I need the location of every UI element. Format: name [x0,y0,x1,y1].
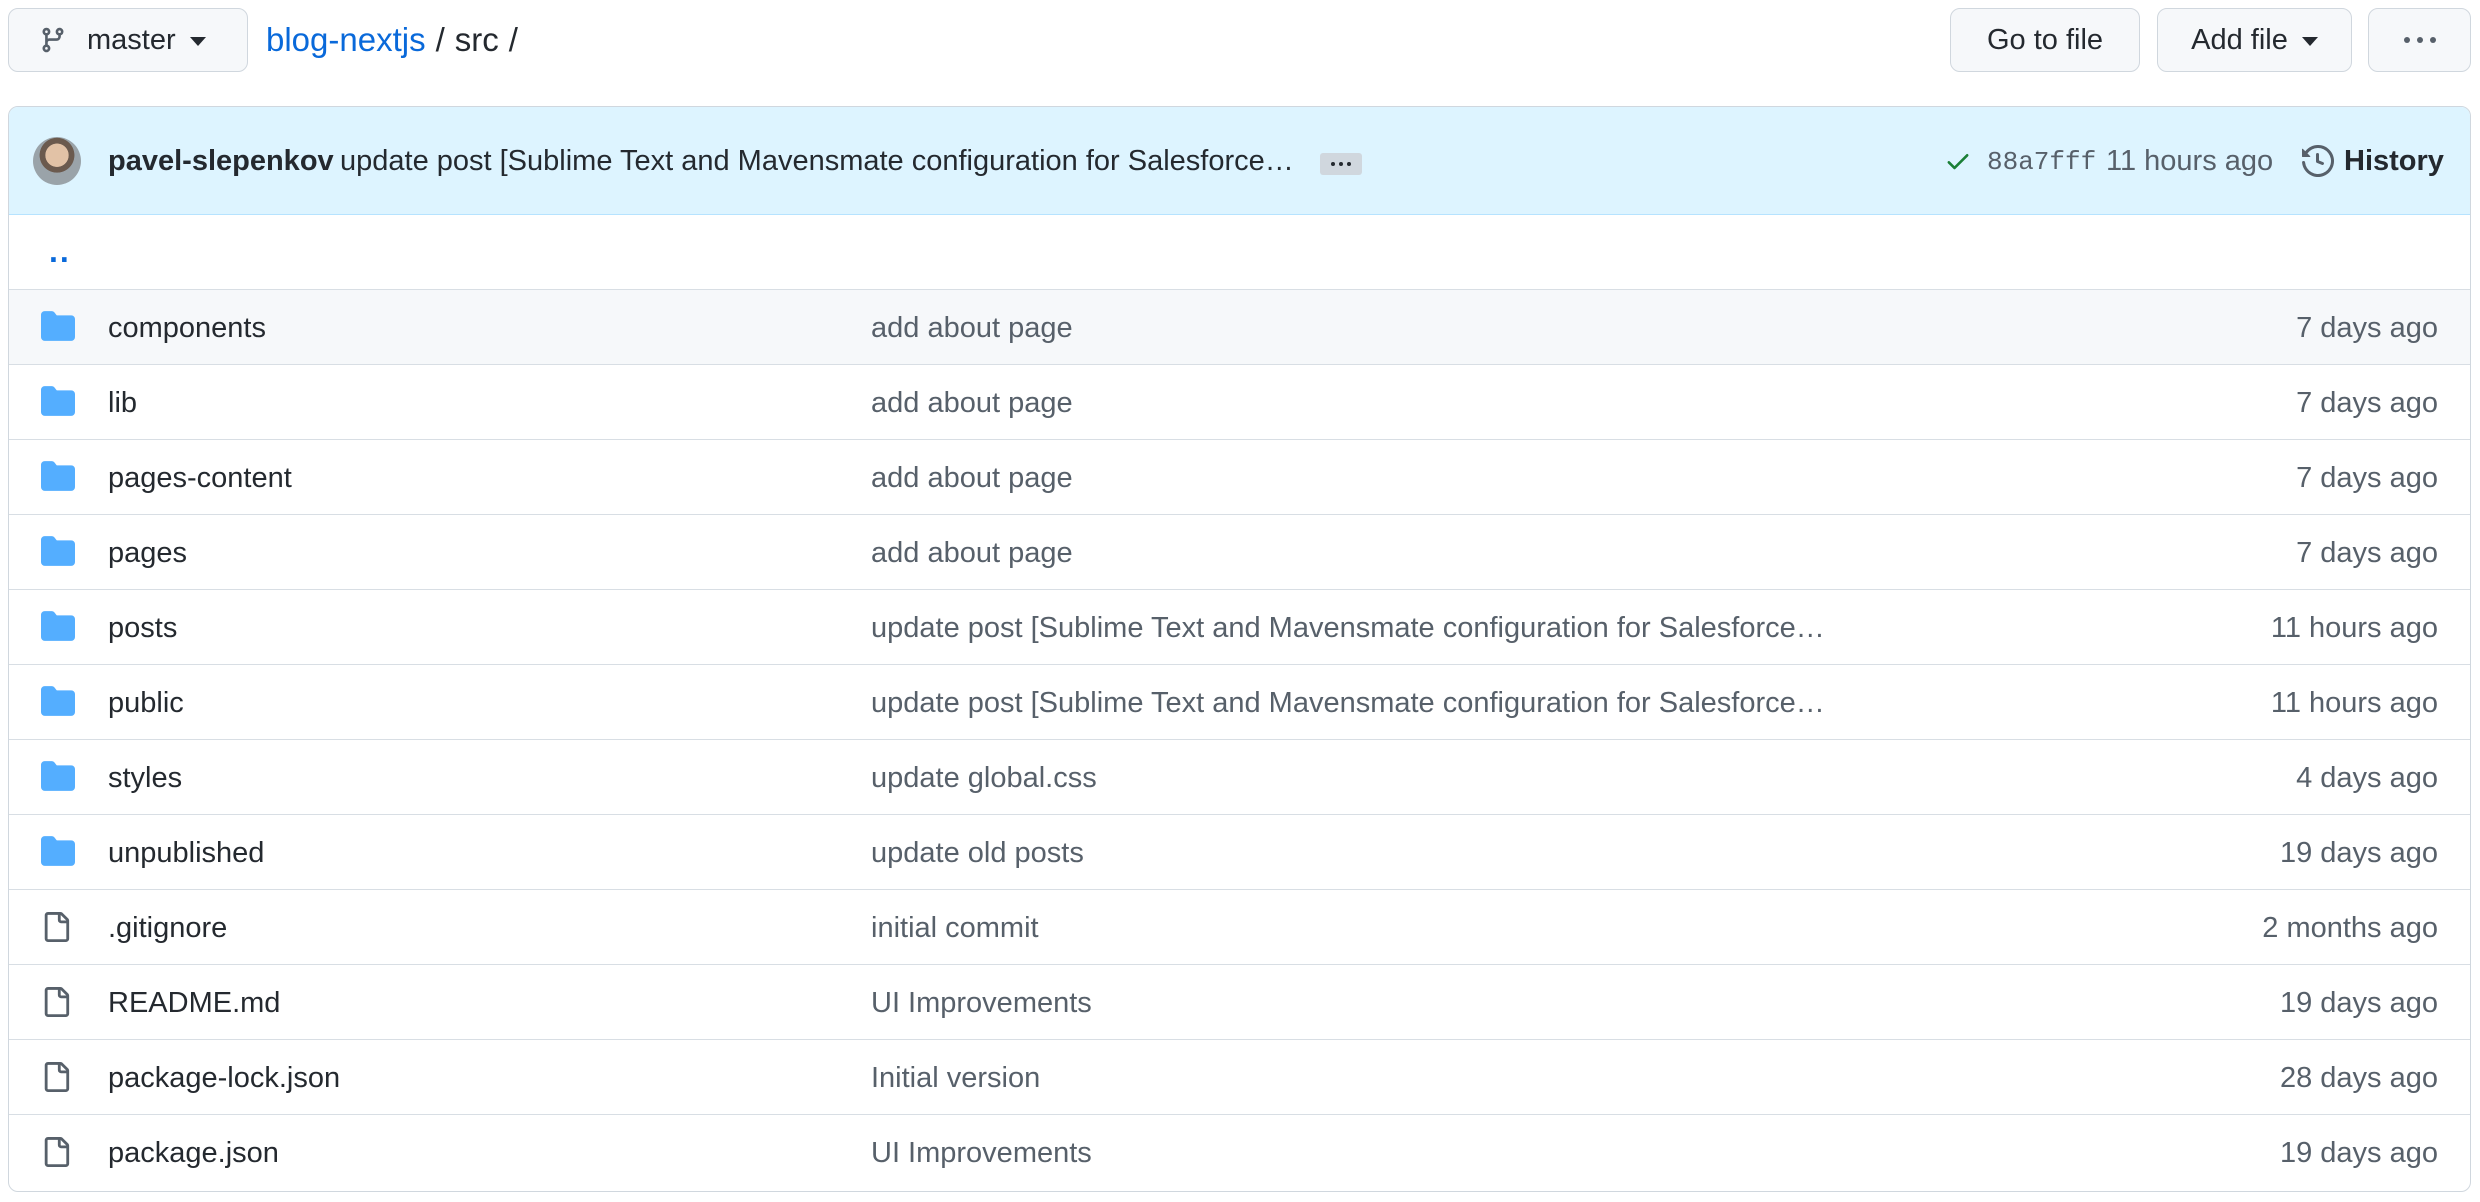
file-row[interactable]: pages-content add about page 7 days ago [9,440,2470,515]
commit-author-link[interactable]: pavel-slepenkov [108,143,334,179]
file-commit-message-link[interactable]: update post [Sublime Text and Mavensmate… [871,685,1825,721]
file-row[interactable]: package-lock.json Initial version 28 day… [9,1040,2470,1115]
file-commit-age: 11 hours ago [2270,612,2438,644]
branch-name: master [87,23,176,56]
file-commit-message-link[interactable]: Initial version [871,1060,1040,1096]
file-name-link[interactable]: public [108,685,184,721]
file-name-link[interactable]: .gitignore [108,910,227,946]
folder-icon [41,536,75,568]
file-commit-message-link[interactable]: update old posts [871,835,1084,871]
latest-commit-bar: pavel-slepenkov update post [Sublime Tex… [9,107,2470,215]
file-icon [41,986,75,1018]
chevron-down-icon [189,36,206,46]
git-branch-icon [39,25,67,55]
file-commit-age: 19 days ago [2279,1137,2438,1169]
file-commit-message-link[interactable]: update global.css [871,760,1097,796]
folder-icon [41,311,75,343]
file-name-link[interactable]: components [108,310,266,346]
folder-icon [41,461,75,493]
file-row[interactable]: README.md UI Improvements 19 days ago [9,965,2470,1040]
folder-icon [41,611,75,643]
file-name-link[interactable]: styles [108,760,182,796]
folder-icon [41,836,75,868]
folder-icon [41,761,75,793]
breadcrumb-separator: / [435,21,445,58]
file-row[interactable]: lib add about page 7 days ago [9,365,2470,440]
file-commit-age: 4 days ago [2296,762,2438,794]
file-row[interactable]: components add about page 7 days ago [9,290,2470,365]
file-row[interactable]: public update post [Sublime Text and Mav… [9,665,2470,740]
breadcrumb-repo-link[interactable]: blog-nextjs [266,21,426,58]
add-file-label: Add file [2191,23,2288,56]
file-icon [41,1136,75,1168]
commit-message-link[interactable]: update post [Sublime Text and Mavensmate… [340,143,1294,179]
chevron-down-icon [2301,36,2318,46]
file-commit-age: 28 days ago [2279,1062,2438,1094]
avatar[interactable] [33,137,81,185]
add-file-button[interactable]: Add file [2157,8,2352,72]
file-commit-age: 7 days ago [2296,462,2438,494]
file-rows: components add about page 7 days ago lib… [9,290,2470,1190]
folder-icon [41,386,75,418]
file-commit-message-link[interactable]: add about page [871,460,1073,496]
breadcrumb-current-dir: src [454,21,499,58]
commit-sha-link[interactable]: 88a7fff [1987,145,2096,179]
file-commit-age: 7 days ago [2296,537,2438,569]
breadcrumb-trailing-separator: / [508,21,518,58]
file-commit-message-link[interactable]: add about page [871,535,1073,571]
history-icon [2302,145,2334,177]
file-commit-age: 7 days ago [2296,387,2438,419]
history-link[interactable]: History [2302,141,2444,181]
file-name-link[interactable]: posts [108,610,177,646]
file-commit-age: 19 days ago [2279,987,2438,1019]
file-row[interactable]: .gitignore initial commit 2 months ago [9,890,2470,965]
file-navigation: master blog-nextjs / src / Go to file Add f… [0,0,2480,80]
more-options-button[interactable] [2368,8,2471,72]
file-name-link[interactable]: pages [108,535,187,571]
history-label: History [2344,144,2444,177]
file-commit-message-link[interactable]: add about page [871,385,1073,421]
file-row[interactable]: posts update post [Sublime Text and Mave… [9,590,2470,665]
parent-directory-link[interactable]: .. [49,233,71,270]
folder-icon [41,686,75,718]
breadcrumb: blog-nextjs / src / [266,18,528,62]
file-commit-age: 2 months ago [2262,912,2438,944]
parent-directory-row[interactable]: .. [9,215,2470,290]
file-commit-message-link[interactable]: UI Improvements [871,985,1092,1021]
file-commit-message-link[interactable]: UI Improvements [871,1135,1092,1171]
file-commit-message-link[interactable]: update post [Sublime Text and Mavensmate… [871,610,1825,646]
file-commit-message-link[interactable]: initial commit [871,910,1039,946]
file-row[interactable]: package.json UI Improvements 19 days ago [9,1115,2470,1190]
file-row[interactable]: unpublished update old posts 19 days ago [9,815,2470,890]
commit-time: 11 hours ago [2106,145,2274,177]
file-name-link[interactable]: README.md [108,985,280,1021]
file-commit-message-link[interactable]: add about page [871,310,1073,346]
file-commit-age: 19 days ago [2279,837,2438,869]
file-name-link[interactable]: package.json [108,1135,279,1171]
file-commit-age: 11 hours ago [2270,687,2438,719]
file-row[interactable]: pages add about page 7 days ago [9,515,2470,590]
file-name-link[interactable]: pages-content [108,460,292,496]
file-list-box: pavel-slepenkov update post [Sublime Tex… [8,106,2471,1192]
branch-select-button[interactable]: master [8,8,248,72]
file-icon [41,1061,75,1093]
expand-commit-message-button[interactable] [1320,153,1362,175]
file-icon [41,911,75,943]
check-icon[interactable] [1944,147,1972,175]
go-to-file-button[interactable]: Go to file [1950,8,2140,72]
file-row[interactable]: styles update global.css 4 days ago [9,740,2470,815]
file-commit-age: 7 days ago [2296,312,2438,344]
kebab-horizontal-icon [2403,37,2436,43]
file-name-link[interactable]: lib [108,385,137,421]
file-name-link[interactable]: unpublished [108,835,264,871]
file-name-link[interactable]: package-lock.json [108,1060,340,1096]
